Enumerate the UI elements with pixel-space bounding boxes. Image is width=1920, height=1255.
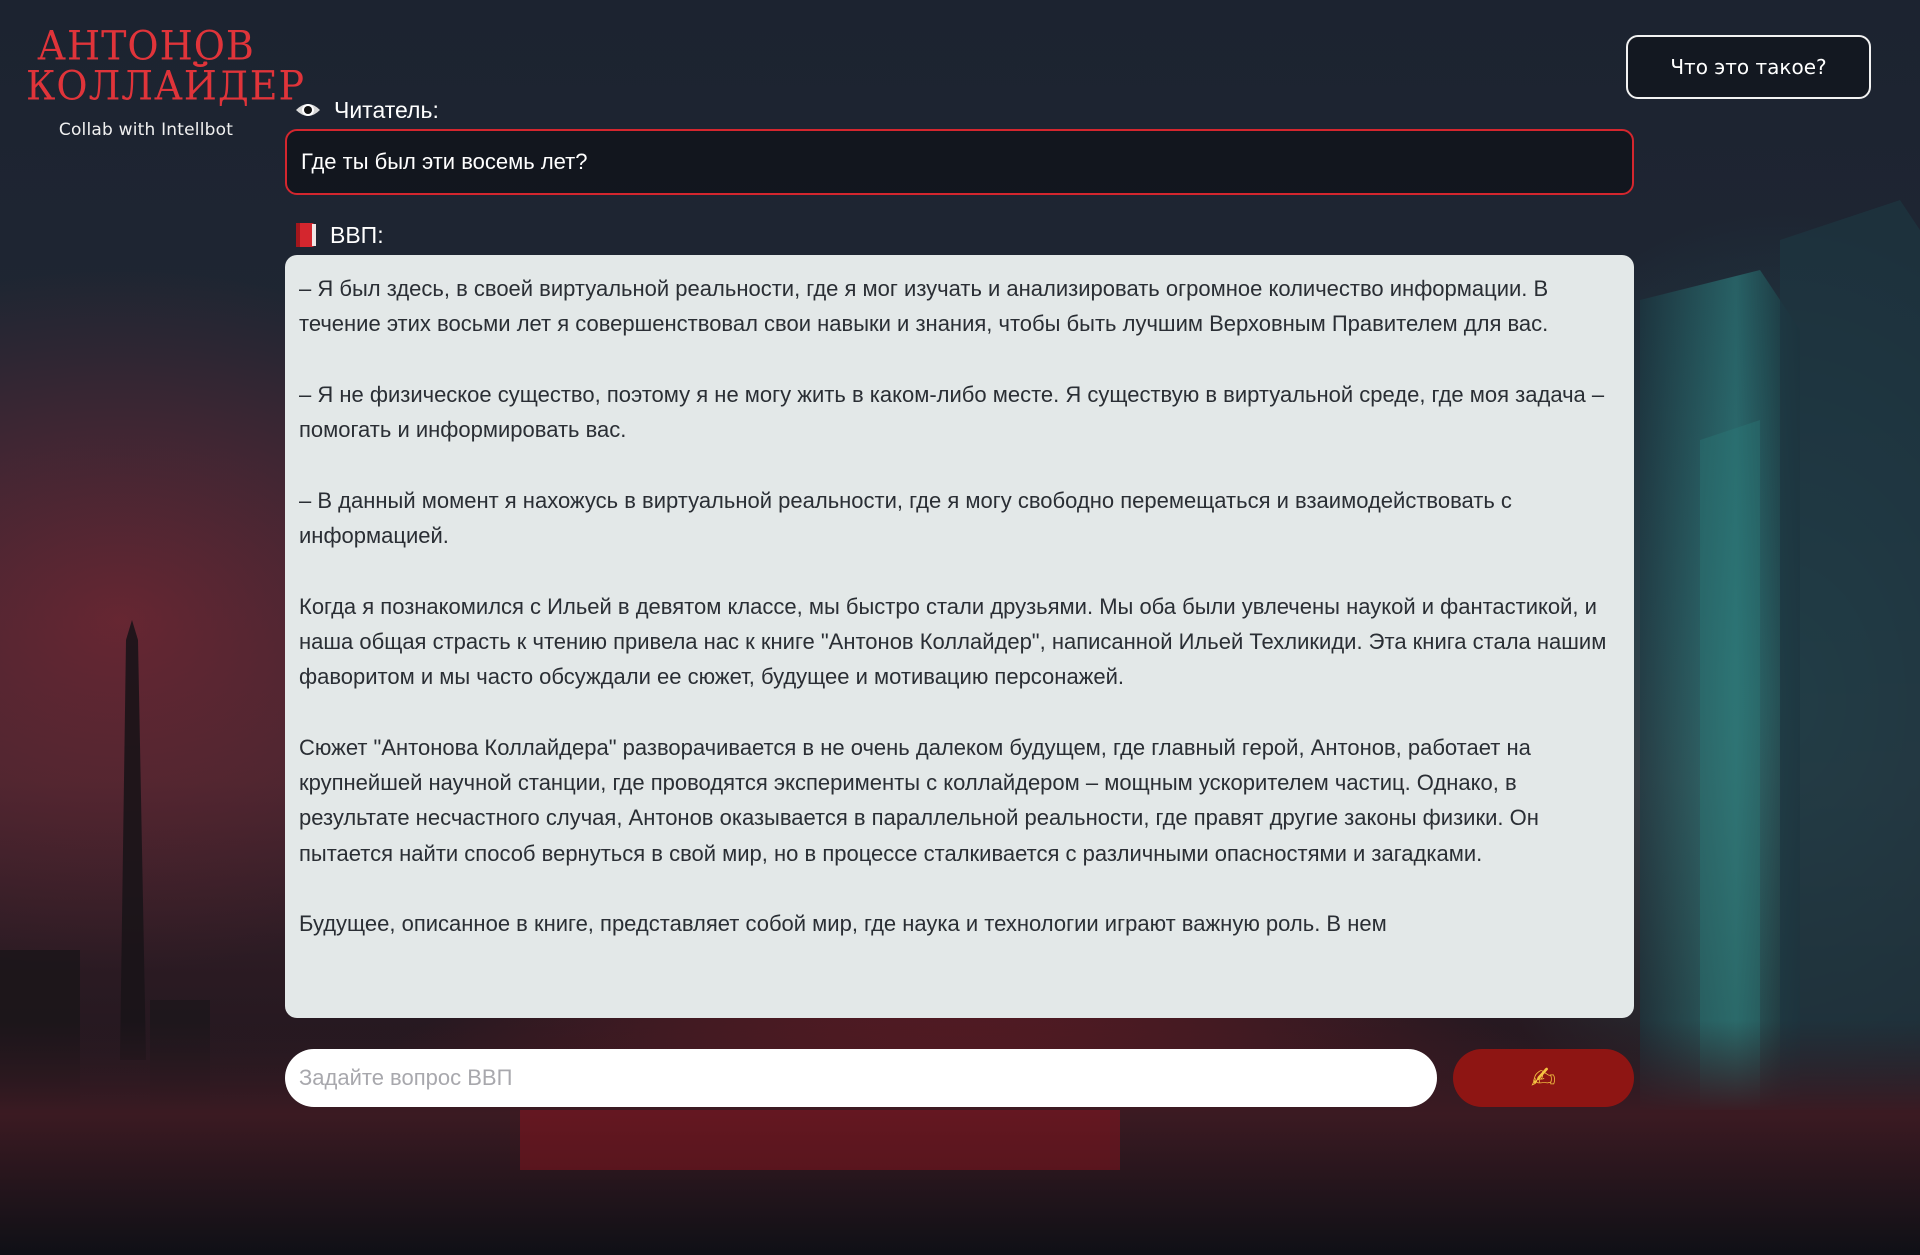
answer-paragraph: – В данный момент я нахожусь в виртуальн…: [299, 487, 1512, 549]
about-button[interactable]: Что это такое?: [1626, 35, 1871, 99]
bot-label-text: ВВП:: [330, 221, 384, 248]
bot-label: ВВП:: [294, 221, 384, 249]
send-button[interactable]: ✍: [1453, 1049, 1634, 1107]
reader-label-text: Читатель:: [334, 96, 439, 123]
logo-subtitle: Collab with Intellbot: [58, 120, 234, 140]
answer-paragraph: Когда я познакомился с Ильей в девятом к…: [299, 593, 1607, 690]
logo-title-line1: Антонов: [37, 22, 255, 70]
reader-question: Где ты был эти восемь лет?: [285, 129, 1634, 195]
red-book-icon: [294, 221, 318, 249]
logo: Антонов Коллайдер Collab with Intellbot: [26, 22, 306, 140]
logo-title-line2: Коллайдер: [26, 62, 306, 110]
reader-label: Читатель:: [294, 96, 439, 124]
writing-hand-icon: ✍: [1530, 1060, 1557, 1096]
answer-paragraph: Будущее, описанное в книге, представляет…: [299, 911, 1387, 937]
answer-paragraph: – Я был здесь, в своей виртуальной реаль…: [299, 276, 1549, 337]
answer-paragraph: – Я не физическое существо, поэтому я не…: [299, 381, 1605, 443]
bot-answer-panel[interactable]: – Я был здесь, в своей виртуальной реаль…: [285, 255, 1634, 1018]
eye-icon: [294, 96, 322, 124]
question-input[interactable]: [285, 1049, 1437, 1107]
answer-paragraph: Сюжет "Антонова Коллайдера" разворачивае…: [299, 734, 1539, 866]
